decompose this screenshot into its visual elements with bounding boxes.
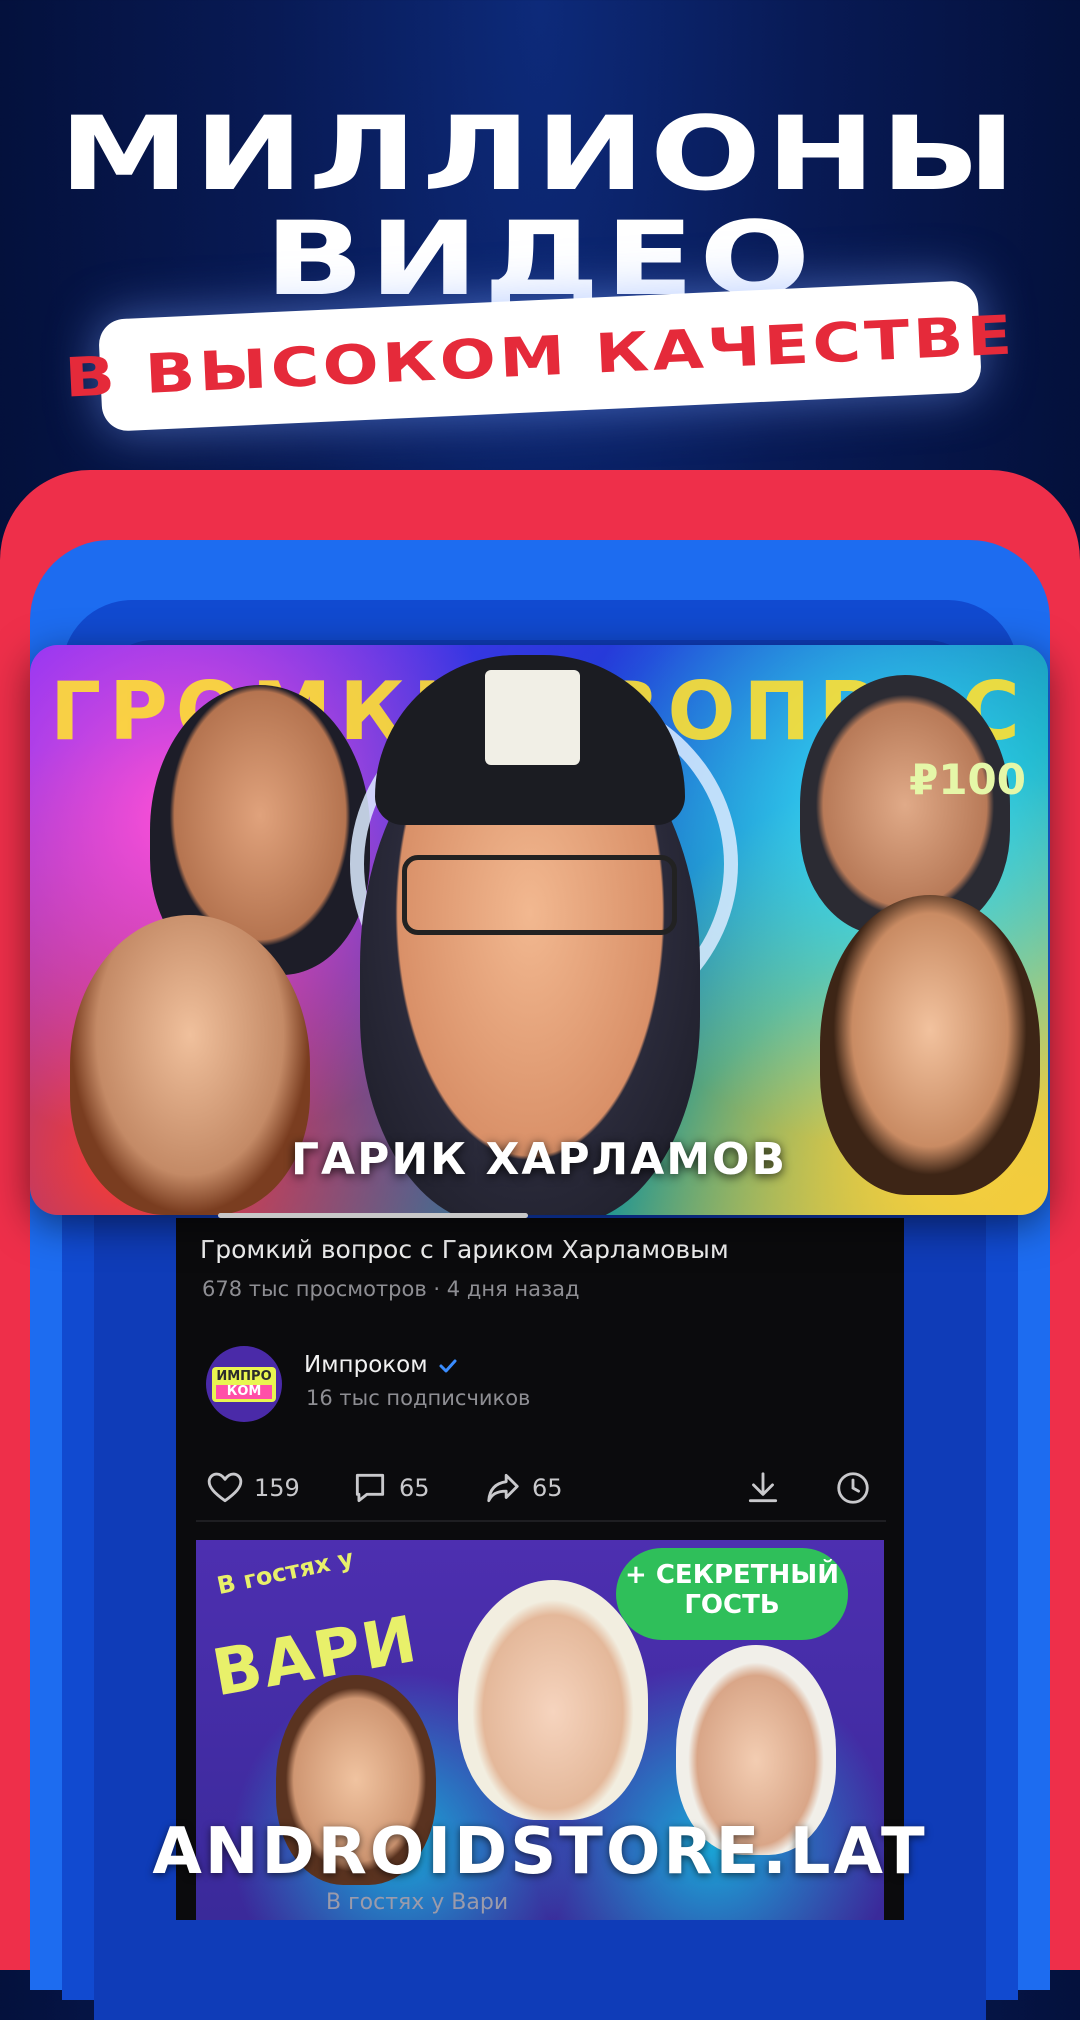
watch-later-button[interactable]: [834, 1458, 872, 1518]
thumbnail-person-top-right: [800, 675, 1010, 935]
video-title[interactable]: Громкий вопрос с Гариком Харламовым: [200, 1235, 729, 1264]
promo-subheadline: В ВЫСОКОМ КАЧЕСТВЕ: [63, 302, 1017, 410]
watermark-text: ANDROIDSTORE.LAT: [152, 1815, 928, 1889]
comment-count: 65: [399, 1474, 430, 1502]
channel-logo: ИМПРО КОМ: [212, 1366, 276, 1402]
video-progress-bar[interactable]: [218, 1213, 528, 1218]
next-video-title: В гостях у Вари: [326, 1890, 509, 1915]
video-actions-bar: 159 65 65: [206, 1458, 886, 1518]
heart-icon: [207, 1472, 243, 1503]
download-icon: [748, 1472, 778, 1503]
channel-name[interactable]: Импроком: [304, 1352, 428, 1378]
channel-logo-line2: КОМ: [216, 1384, 272, 1399]
next-thumbnail-badge: + СЕКРЕТНЫЙ ГОСТЬ: [616, 1548, 848, 1640]
video-meta: 678 тыс просмотров · 4 дня назад: [202, 1277, 580, 1301]
like-button[interactable]: 159: [206, 1458, 300, 1518]
clock-icon: [837, 1472, 869, 1504]
meta-separator: ·: [433, 1277, 441, 1301]
like-count: 159: [254, 1474, 300, 1502]
comment-icon: [355, 1473, 385, 1503]
video-upload-date: 4 дня назад: [446, 1277, 580, 1301]
thumbnail-name-caption: ГАРИК ХАРЛАМОВ: [291, 1134, 787, 1185]
glasses-graphic: [402, 855, 677, 935]
download-button[interactable]: [744, 1458, 782, 1518]
next-thumbnail-guest-text: В гостях у: [214, 1543, 357, 1601]
share-count: 65: [532, 1474, 563, 1502]
cap-patch-graphic: [485, 670, 580, 765]
next-thumbnail-person-center: [458, 1580, 648, 1820]
verified-check-icon: [439, 1359, 457, 1373]
channel-avatar[interactable]: ИМПРО КОМ: [206, 1346, 282, 1422]
channel-logo-line1: ИМПРО: [216, 1368, 272, 1384]
comments-button[interactable]: 65: [351, 1458, 430, 1518]
video-views: 678 тыс просмотров: [202, 1277, 427, 1301]
actions-divider: [196, 1520, 886, 1522]
share-button[interactable]: 65: [484, 1458, 563, 1518]
thumbnail-price: ₽100: [909, 755, 1026, 804]
channel-subscribers: 16 тыс подписчиков: [306, 1386, 531, 1410]
featured-video-thumbnail[interactable]: ГРОМКИЙ ВОПРОС ₽100 ГАРИК ХАРЛАМОВ: [30, 645, 1048, 1215]
share-icon: [487, 1473, 519, 1503]
promo-headline-line1: МИЛЛИОНЫ: [59, 95, 1021, 214]
